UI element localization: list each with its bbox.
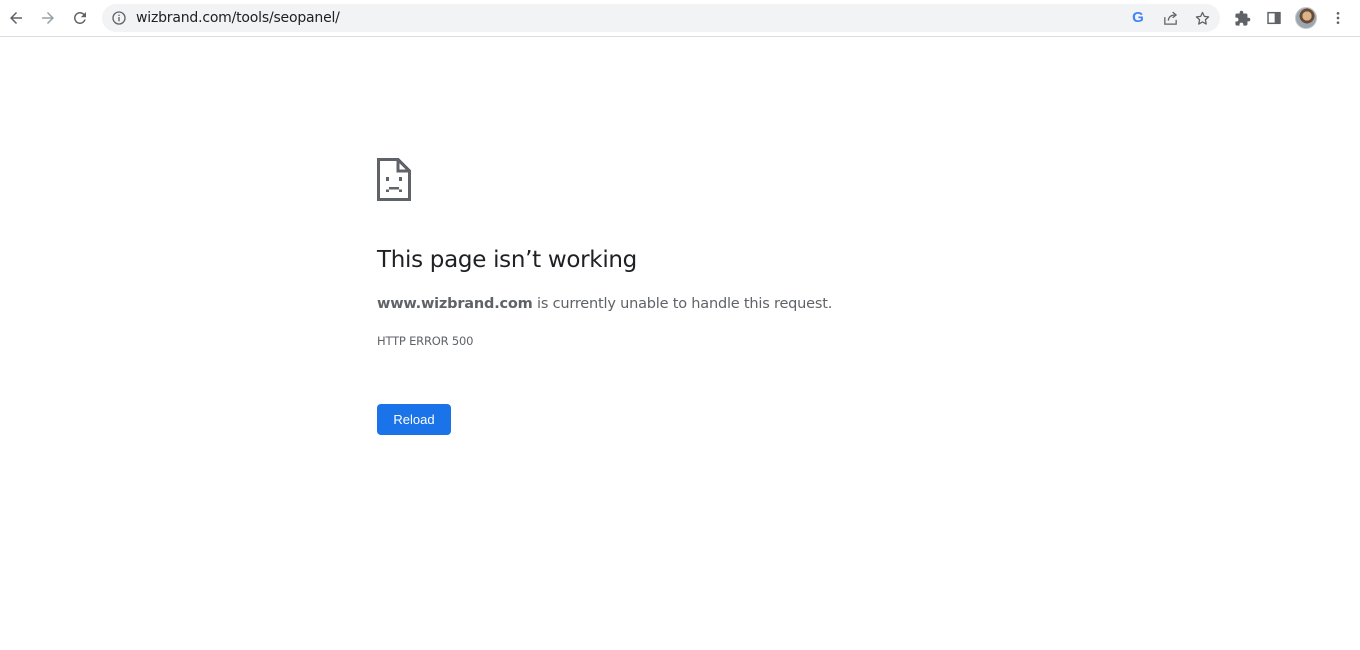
browser-menu-button[interactable] <box>1324 4 1352 32</box>
kebab-menu-icon <box>1336 12 1340 24</box>
arrow-left-icon <box>10 12 22 24</box>
forward-button[interactable] <box>34 4 62 32</box>
reload-button[interactable] <box>66 4 94 32</box>
reload-icon <box>73 11 86 24</box>
side-panel-icon <box>1267 11 1281 25</box>
share-icon <box>1163 11 1177 25</box>
google-lens-button[interactable]: G <box>1129 9 1147 27</box>
reload-page-button[interactable]: Reload <box>377 404 451 435</box>
site-info-button[interactable] <box>110 9 128 27</box>
info-circle-icon <box>112 11 126 25</box>
error-description: www.wizbrand.com is currently unable to … <box>377 296 832 312</box>
browser-toolbar: wizbrand.com/tools/seopanel/ G <box>0 0 1360 37</box>
error-title: This page isn’t working <box>377 247 637 273</box>
avatar[interactable] <box>1295 7 1317 29</box>
puzzle-icon <box>1234 10 1250 26</box>
address-bar[interactable]: wizbrand.com/tools/seopanel/ G <box>102 4 1220 32</box>
bookmark-button[interactable] <box>1193 9 1211 27</box>
error-domain: www.wizbrand.com <box>377 296 533 312</box>
star-icon <box>1195 11 1209 25</box>
sad-page-icon <box>377 158 411 201</box>
back-button[interactable] <box>2 4 30 32</box>
google-icon: G <box>1132 9 1144 26</box>
arrow-right-icon <box>42 12 54 24</box>
url-text[interactable]: wizbrand.com/tools/seopanel/ <box>136 4 340 32</box>
share-button[interactable] <box>1161 9 1179 27</box>
extensions-button[interactable] <box>1228 4 1256 32</box>
error-message: is currently unable to handle this reque… <box>532 296 833 312</box>
error-code: HTTP ERROR 500 <box>377 334 474 348</box>
side-panel-button[interactable] <box>1260 4 1288 32</box>
